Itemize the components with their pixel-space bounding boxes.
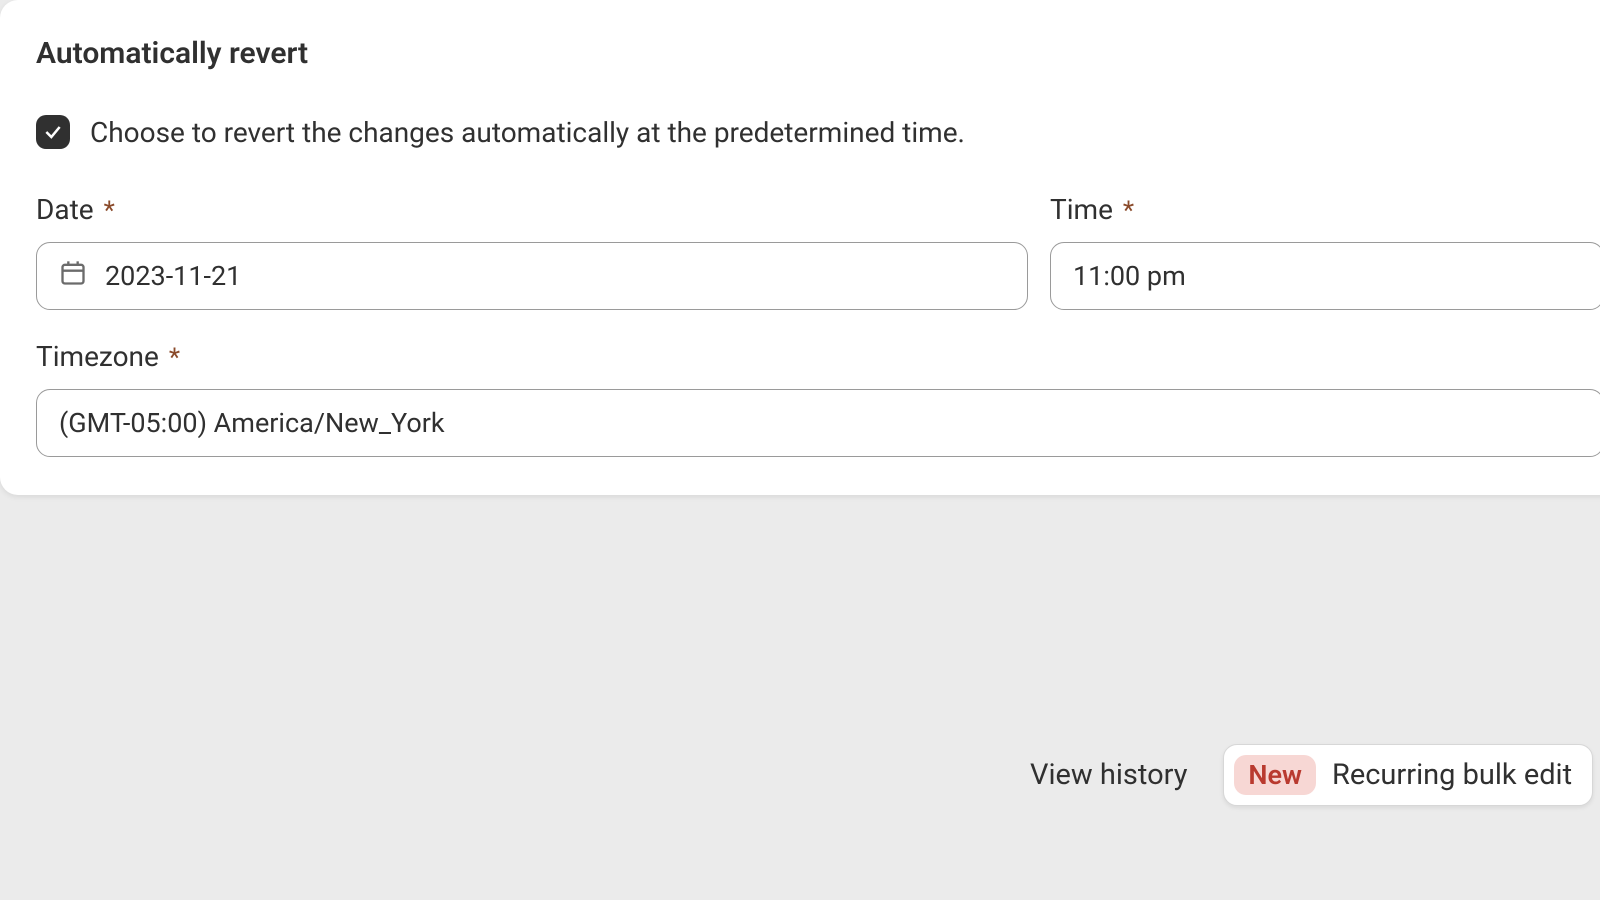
section-title: Automatically revert xyxy=(36,36,1600,71)
date-field: Date * 2023-11-21 xyxy=(36,193,1028,310)
timezone-label: Timezone * xyxy=(36,340,1600,373)
date-input[interactable]: 2023-11-21 xyxy=(36,242,1028,310)
auto-revert-card: Automatically revert Choose to revert th… xyxy=(0,0,1600,495)
recurring-bulk-edit-button[interactable]: New Recurring bulk edit xyxy=(1223,744,1593,806)
date-value: 2023-11-21 xyxy=(105,260,1005,292)
new-badge: New xyxy=(1234,755,1316,795)
checkbox-label: Choose to revert the changes automatical… xyxy=(90,116,965,149)
date-label: Date * xyxy=(36,193,1028,226)
time-value: 11:00 pm xyxy=(1073,260,1581,292)
time-field: Time * 11:00 pm xyxy=(1050,193,1600,310)
required-mark: * xyxy=(104,196,115,226)
footer-actions: View history New Recurring bulk edit xyxy=(1030,744,1593,806)
time-label: Time * xyxy=(1050,193,1600,226)
required-mark: * xyxy=(169,343,180,373)
checkbox-row[interactable]: Choose to revert the changes automatical… xyxy=(36,115,1600,149)
date-time-row: Date * 2023-11-21 Time * xyxy=(36,193,1600,310)
timezone-value: (GMT-05:00) America/New_York xyxy=(59,407,1581,439)
date-label-text: Date xyxy=(36,193,94,226)
auto-revert-checkbox[interactable] xyxy=(36,115,70,149)
required-mark: * xyxy=(1123,196,1134,226)
timezone-input[interactable]: (GMT-05:00) America/New_York xyxy=(36,389,1600,457)
view-history-link[interactable]: View history xyxy=(1030,758,1187,792)
timezone-label-text: Timezone xyxy=(36,340,159,373)
time-input[interactable]: 11:00 pm xyxy=(1050,242,1600,310)
calendar-icon xyxy=(59,259,87,294)
recurring-label: Recurring bulk edit xyxy=(1332,758,1572,792)
timezone-field: Timezone * (GMT-05:00) America/New_York xyxy=(36,340,1600,457)
check-icon xyxy=(43,122,63,142)
time-label-text: Time xyxy=(1050,193,1113,226)
